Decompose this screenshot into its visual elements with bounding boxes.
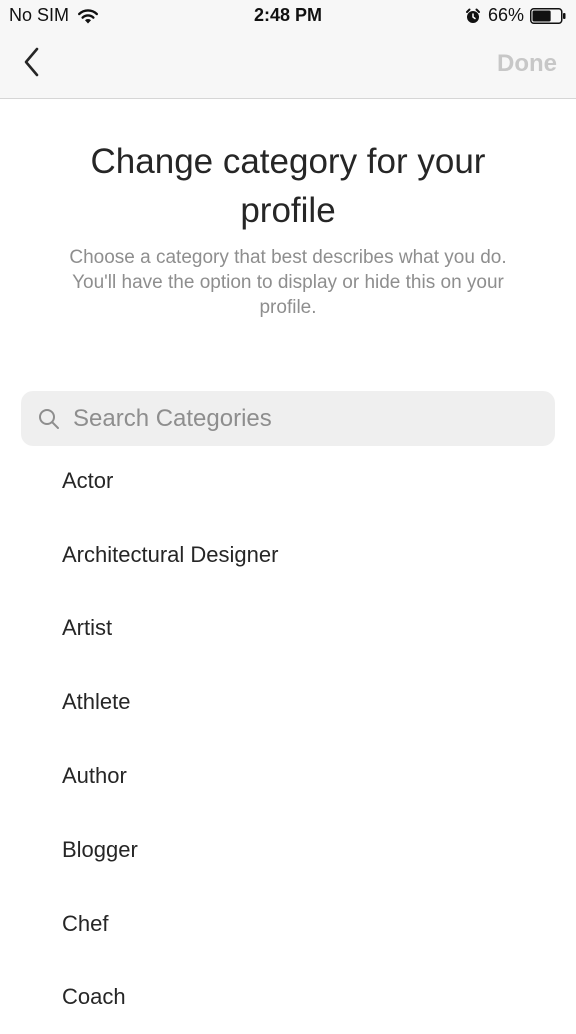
category-item[interactable]: Author [0,739,576,813]
category-item[interactable]: Chef [0,887,576,961]
battery-fill [532,10,551,21]
done-button[interactable]: Done [497,50,557,78]
battery-icon [530,7,566,24]
category-item[interactable]: Coach [0,961,576,1034]
page-title: Change category for your profile [90,142,486,230]
category-item[interactable]: Athlete [0,665,576,739]
category-item[interactable]: Artist [0,592,576,666]
category-item[interactable]: Actor [0,444,576,518]
search-icon [39,408,59,429]
category-list: Actor Architectural Designer Artist Athlete… [0,444,576,1034]
category-item[interactable]: Blogger [0,813,576,887]
search-input[interactable] [73,404,533,433]
alarm-icon [465,8,480,23]
top-bar: No SIM 2:48 PM 66% Done [0,0,576,99]
navigation-bar: Done [0,32,576,98]
status-bar: No SIM 2:48 PM 66% [0,0,576,32]
chevron-left-icon [24,47,39,77]
page-subtitle: Choose a category that best describes wh… [69,247,507,318]
search-field[interactable] [21,391,555,446]
status-right: 66% [465,5,566,26]
category-item[interactable]: Architectural Designer [0,518,576,592]
back-button[interactable] [12,42,52,82]
battery-percent: 66% [487,5,524,25]
